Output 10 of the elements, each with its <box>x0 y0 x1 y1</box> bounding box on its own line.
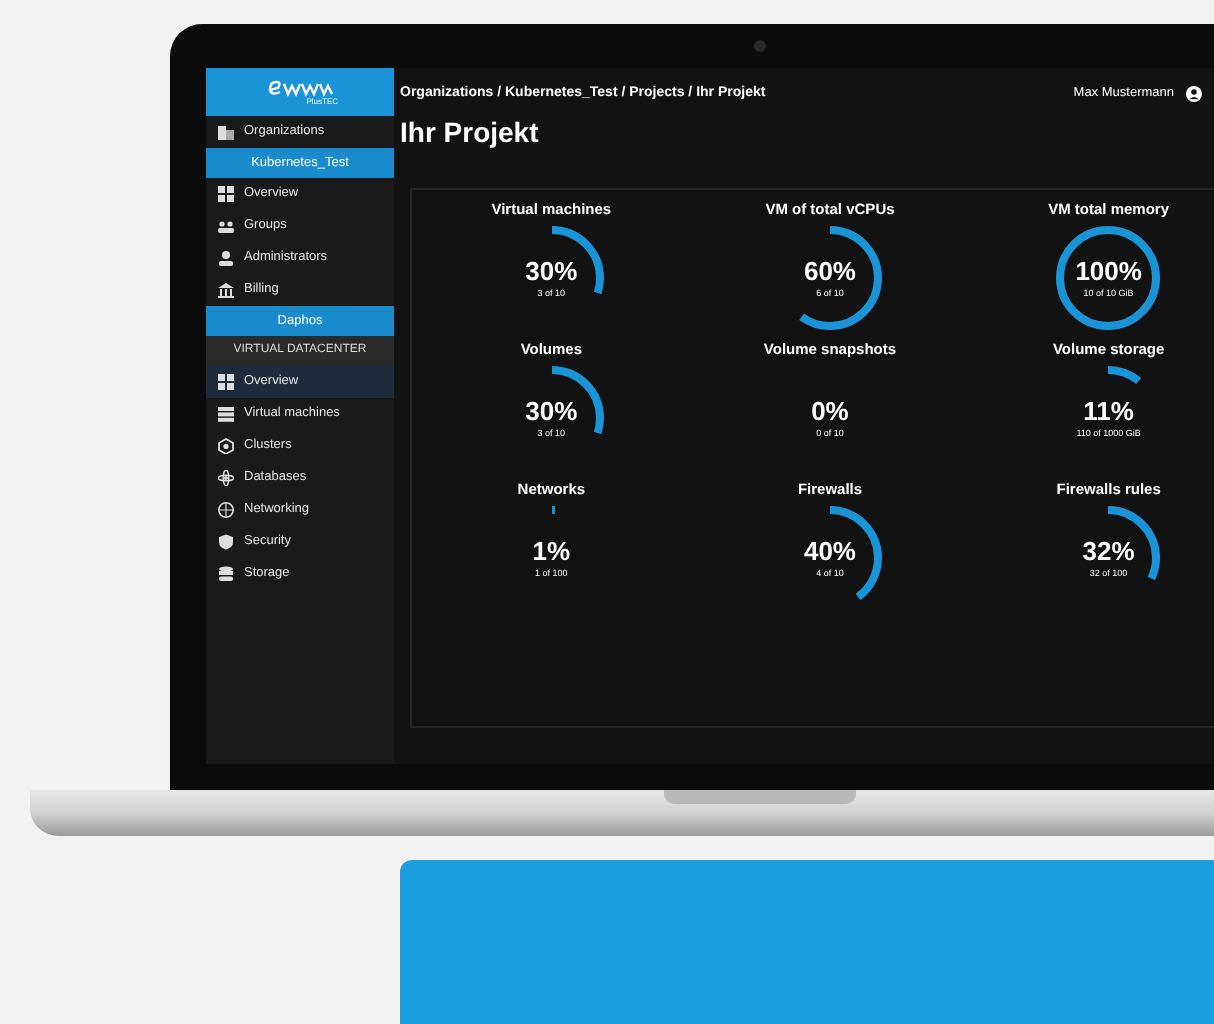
gauge-percent: 1% <box>532 537 571 564</box>
gauge-percent: 11% <box>1083 397 1134 424</box>
gauge-percent: 0% <box>811 397 849 424</box>
gauge-percent: 100% <box>1075 257 1142 284</box>
gauge-percent: 60% <box>803 257 856 284</box>
gauge-percent: 30% <box>525 257 578 284</box>
gauge-percent: 40% <box>803 537 856 564</box>
page-title: Ihr Projekt <box>400 116 541 151</box>
gauge-percent: 30% <box>525 397 578 424</box>
gauge-percent: 32% <box>1082 537 1135 564</box>
